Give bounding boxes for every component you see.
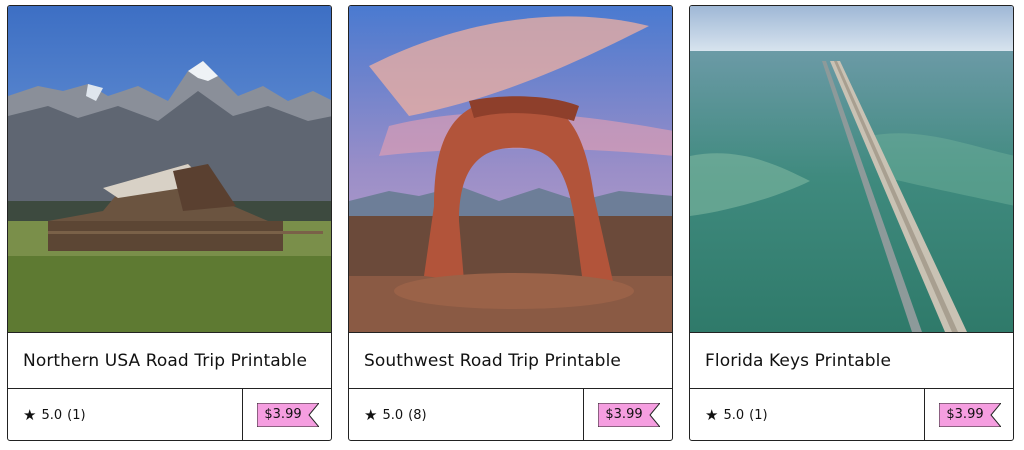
product-image-arch-desert[interactable]: [349, 6, 672, 333]
price-cell: $3.99: [583, 389, 672, 440]
price-tag[interactable]: $3.99: [598, 403, 660, 427]
product-card[interactable]: Florida Keys Printable ★ 5.0 (1) $3.99: [689, 5, 1014, 441]
product-rating: ★ 5.0 (1): [23, 389, 86, 440]
star-icon: ★: [705, 406, 719, 424]
rating-value: 5.0: [41, 408, 63, 423]
product-rating: ★ 5.0 (1): [705, 389, 768, 440]
price-cell: $3.99: [242, 389, 331, 440]
review-count: (1): [67, 408, 86, 423]
star-icon: ★: [364, 406, 378, 424]
product-price: $3.99: [605, 407, 643, 422]
rating-value: 5.0: [382, 408, 404, 423]
product-price: $3.99: [946, 407, 984, 422]
product-title[interactable]: Northern USA Road Trip Printable: [8, 333, 331, 389]
review-count: (8): [408, 408, 427, 423]
product-footer: ★ 5.0 (1) $3.99: [690, 389, 1013, 440]
product-grid: Northern USA Road Trip Printable ★ 5.0 (…: [0, 0, 1024, 450]
product-price: $3.99: [264, 407, 302, 422]
rating-value: 5.0: [723, 408, 745, 423]
price-tag[interactable]: $3.99: [939, 403, 1001, 427]
review-count: (1): [749, 408, 768, 423]
product-rating: ★ 5.0 (8): [364, 389, 427, 440]
product-image-barn-mountains[interactable]: [8, 6, 331, 333]
price-tag[interactable]: $3.99: [257, 403, 319, 427]
product-title[interactable]: Florida Keys Printable: [690, 333, 1013, 389]
product-image-bridge-ocean[interactable]: [690, 6, 1013, 333]
product-card[interactable]: Northern USA Road Trip Printable ★ 5.0 (…: [7, 5, 332, 441]
product-footer: ★ 5.0 (1) $3.99: [8, 389, 331, 440]
product-card[interactable]: Southwest Road Trip Printable ★ 5.0 (8) …: [348, 5, 673, 441]
star-icon: ★: [23, 406, 37, 424]
product-title[interactable]: Southwest Road Trip Printable: [349, 333, 672, 389]
price-cell: $3.99: [924, 389, 1013, 440]
product-footer: ★ 5.0 (8) $3.99: [349, 389, 672, 440]
